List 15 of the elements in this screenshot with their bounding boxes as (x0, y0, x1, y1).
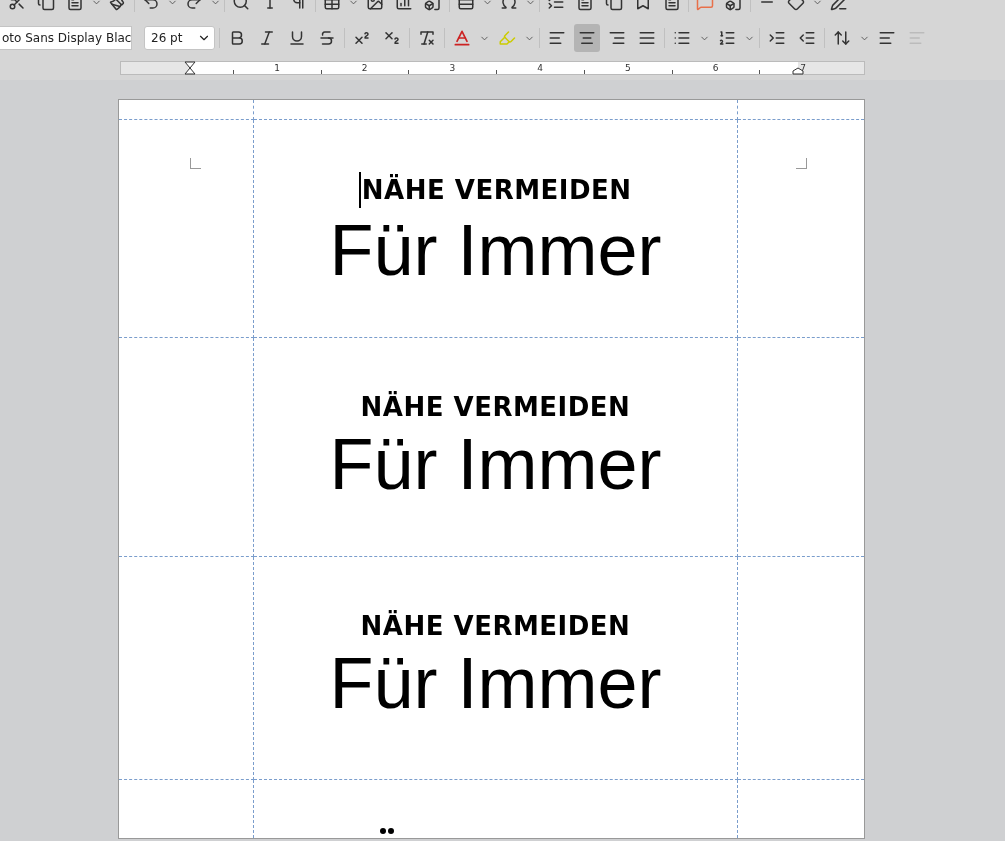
ruler-number: 5 (624, 62, 631, 74)
label-text: Für Immer (329, 214, 662, 286)
ruler-number: 6 (712, 62, 719, 74)
ruler-number: 2 (361, 62, 368, 74)
ruler-number: 3 (449, 62, 456, 74)
ruler-number: 7 (800, 62, 807, 74)
ruler-number: 1 (274, 62, 280, 74)
font-name-field[interactable]: oto Sans Display Blac (0, 26, 132, 50)
label-text: Für Immer (329, 428, 662, 500)
ruler-number: 4 (537, 62, 543, 74)
label-heading: NÄHE VERMEIDEN (361, 175, 632, 205)
label-heading: NÄHE VERMEIDEN (360, 611, 631, 641)
font-size-field[interactable]: 26 pt (144, 26, 215, 50)
label-heading: NÄHE VERMEIDEN (360, 392, 631, 422)
label-text: Für Immer (329, 647, 662, 719)
